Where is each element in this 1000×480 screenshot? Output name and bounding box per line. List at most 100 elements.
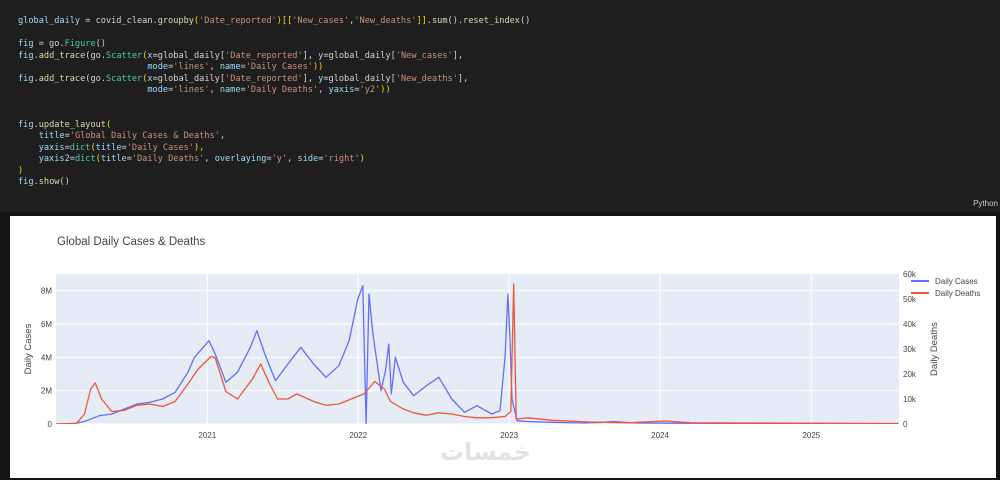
code-token: (go.: [85, 50, 106, 61]
code-token: add_trace: [38, 73, 86, 84]
y2-tick-label: 10k: [903, 395, 917, 404]
code-token: = go.: [33, 39, 65, 49]
code-token: 'y2': [359, 85, 381, 95]
code-token: show: [38, 177, 60, 187]
y2-tick-label: 60k: [903, 270, 917, 279]
x-tick-label: 2021: [198, 431, 216, 440]
code-token: 'lines': [173, 85, 210, 95]
code-line: title='Global Daily Cases & Deaths',: [18, 131, 530, 143]
code-token: update_layout: [38, 119, 106, 130]
code-token: 'Daily Deaths': [131, 154, 205, 164]
code-token: title: [100, 154, 127, 164]
code-token: ],: [302, 50, 319, 61]
code-line: fig = go.Figure(): [18, 39, 530, 51]
code-token: name: [219, 85, 241, 95]
y2-tick-label: 40k: [903, 320, 917, 329]
code-token: )): [312, 62, 324, 72]
code-line: fig.show(): [18, 177, 530, 189]
code-token: ,: [209, 62, 220, 72]
code-token: 'New_deaths': [395, 73, 458, 84]
x-tick-label: 2024: [651, 431, 669, 440]
y-tick-label: 4M: [41, 353, 52, 362]
code-token: ),: [193, 142, 205, 153]
code-token: groupby: [157, 16, 194, 26]
code-token: yaxis: [328, 85, 355, 95]
code-line: mode='lines', name='Daily Deaths', yaxis…: [18, 85, 530, 97]
code-token: ,: [204, 154, 215, 164]
code-line: fig.add_trace(go.Scatter(x=global_daily[…: [18, 74, 530, 86]
code-token: dict: [69, 142, 91, 153]
code-token: overlaying: [214, 154, 267, 164]
watermark: خمسات: [440, 438, 531, 466]
code-token: 'lines': [173, 62, 210, 72]
code-token: (): [95, 39, 106, 49]
code-token: Scatter: [106, 73, 143, 84]
code-token: yaxis: [38, 142, 65, 153]
y-tick-label: 8M: [41, 287, 52, 296]
code-token: 'New_cases': [395, 50, 453, 61]
y-tick-label: 0: [48, 420, 53, 429]
code-token: fig: [18, 73, 34, 84]
output-cell: Global Daily Cases & Deaths 2021 2022 2023…: [10, 216, 996, 478]
y2-tick-label: 30k: [903, 345, 917, 354]
legend-item: Daily Cases: [935, 277, 978, 286]
code-token: title: [38, 131, 65, 141]
legend-item: Daily Deaths: [935, 289, 980, 298]
code-token: ,: [209, 85, 220, 95]
code-token: sum: [431, 16, 448, 26]
code-token: dict: [74, 154, 96, 164]
code-token: 'y': [271, 154, 288, 164]
y2-axis-title: Daily Deaths: [929, 322, 940, 376]
y-axis-title: Daily Cases: [23, 323, 34, 374]
code-token: =global_daily[: [152, 50, 226, 61]
code-token: fig: [18, 50, 34, 61]
code-token: 'Date_reported': [225, 50, 303, 61]
code-token: mode: [147, 62, 169, 72]
code-token: )): [380, 85, 391, 95]
code-token: ,: [219, 131, 225, 141]
code-token: title: [95, 142, 122, 153]
code-token: (): [59, 177, 70, 187]
code-line: fig.update_layout(: [18, 120, 530, 132]
code-cell[interactable]: global_daily = covid_clean.groupby ('Date…: [0, 0, 1000, 212]
code-token: reset_index: [463, 16, 520, 26]
code-line: global_daily = covid_clean.groupby('Date…: [18, 16, 530, 28]
code-token: (: [105, 119, 112, 130]
code-token: 'New_cases': [292, 16, 350, 26]
code-token: ,: [287, 154, 298, 164]
code-token: (go.: [85, 73, 106, 84]
code-token: 'Global Daily Cases & Deaths': [69, 131, 220, 141]
code-token: 'Date_reported': [199, 16, 277, 26]
code-token: add_trace: [38, 50, 86, 61]
code-token: fig: [18, 119, 34, 130]
code-editor[interactable]: global_daily = covid_clean.groupby ('Date…: [18, 16, 530, 189]
code-token: ,: [318, 85, 329, 95]
x-tick-label: 2025: [802, 431, 820, 440]
y-tick-label: 2M: [41, 387, 52, 396]
code-line: fig.add_trace(go.Scatter(x=global_daily[…: [18, 51, 530, 63]
code-token: ],: [457, 73, 469, 84]
y2-tick-label: 0: [903, 420, 908, 429]
code-token: global_daily: [18, 16, 81, 26]
code-token: 'Daily Deaths': [245, 85, 319, 95]
code-token: ().: [447, 16, 464, 26]
code-token: =global_daily[: [323, 50, 396, 61]
code-token: 'Daily Cases': [126, 142, 194, 153]
code-token: ]].: [416, 16, 432, 26]
code-token: mode: [147, 85, 169, 95]
code-token: ],: [452, 50, 464, 61]
code-token: 'Date_reported': [225, 73, 303, 84]
cell-language-label[interactable]: Python: [973, 199, 998, 208]
code-token: 'right': [323, 154, 360, 164]
code-token: fig: [18, 177, 34, 187]
code-token: fig: [18, 39, 34, 49]
code-line: mode='lines', name='Daily Cases')): [18, 62, 530, 74]
code-token: name: [219, 62, 241, 72]
